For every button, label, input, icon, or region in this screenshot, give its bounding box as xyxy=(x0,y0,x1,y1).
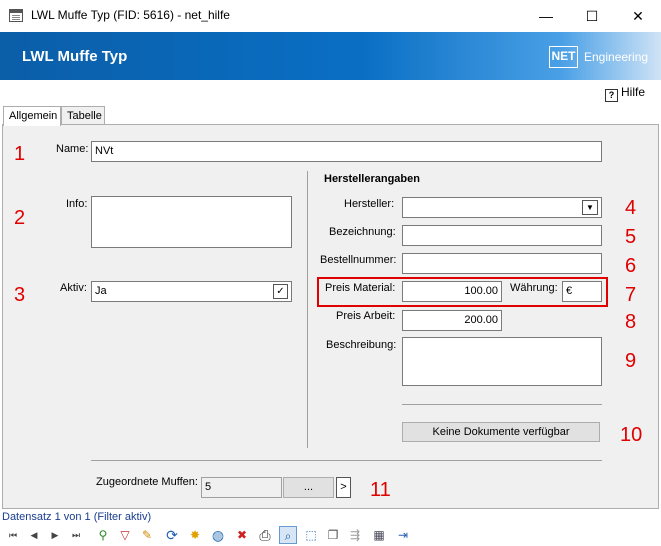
status-text: Datensatz 1 von 1 (Filter aktiv) xyxy=(2,511,152,523)
window-title: LWL Muffe Typ (FID: 5616) - net_hilfe xyxy=(31,8,230,22)
move-icon[interactable]: ⇶ xyxy=(346,526,364,544)
annotation-7: 7 xyxy=(625,284,637,306)
section-heading: Herstellerangaben xyxy=(324,173,420,185)
hersteller-select[interactable] xyxy=(402,197,602,218)
column-divider xyxy=(307,171,308,448)
annotation-9: 9 xyxy=(625,350,637,372)
help-button[interactable]: ? Hilfe xyxy=(605,85,645,102)
help-label: Hilfe xyxy=(621,85,646,99)
filter-add-icon[interactable]: ⚲ xyxy=(94,526,112,544)
refresh-icon[interactable]: ⟳ xyxy=(163,526,181,544)
annotation-11: 11 xyxy=(370,479,391,501)
bezeichnung-label: Bezeichnung: xyxy=(329,226,396,238)
beschreibung-label: Beschreibung: xyxy=(326,339,397,351)
divider xyxy=(402,404,602,405)
first-record-icon[interactable]: ⏮ xyxy=(4,526,22,544)
waehrung-field[interactable]: € xyxy=(562,281,602,302)
zoom-icon[interactable]: ⌕ xyxy=(279,526,297,544)
annotation-5: 5 xyxy=(625,226,637,248)
next-record-icon[interactable]: ▶ xyxy=(46,526,64,544)
hersteller-label: Hersteller: xyxy=(344,198,395,210)
copy-icon[interactable]: ❐ xyxy=(324,526,342,544)
preis-material-label: Preis Material: xyxy=(325,282,396,294)
annotation-1: 1 xyxy=(14,143,26,165)
select-icon[interactable]: ⬚ xyxy=(302,526,320,544)
aktiv-select[interactable]: Ja xyxy=(91,281,292,302)
annotation-8: 8 xyxy=(625,311,637,333)
annotation-3: 3 xyxy=(14,284,26,306)
ellipsis-button[interactable]: ... xyxy=(283,477,334,498)
name-field[interactable]: NVt xyxy=(91,141,602,162)
zugeordnete-field: 5 xyxy=(201,477,282,498)
preis-arbeit-field[interactable]: 200.00 xyxy=(402,310,502,331)
help-icon: ? xyxy=(605,89,618,102)
checkmark-icon[interactable]: ✓ xyxy=(273,284,288,299)
bestellnummer-label: Bestellnummer: xyxy=(320,254,397,266)
logo-text: Engineering xyxy=(584,50,649,64)
preis-arbeit-label: Preis Arbeit: xyxy=(336,310,396,322)
zugeordnete-label: Zugeordnete Muffen: xyxy=(96,476,198,488)
table-icon[interactable]: ▦ xyxy=(370,526,388,544)
last-record-icon[interactable]: ⏭ xyxy=(67,526,85,544)
tab-allgemein[interactable]: Allgemein xyxy=(3,106,61,126)
navigation-toolbar: ⏮ ◀ ▶ ⏭ ⚲ ▽ ✎ ⟳ ✸ ◍ ✖ ⎙ ⌕ ⬚ ❐ ⇶ ▦ ⇥ xyxy=(0,524,661,546)
tab-tabelle[interactable]: Tabelle xyxy=(61,106,105,125)
maximize-button[interactable]: ☐ xyxy=(569,0,615,32)
page-title: LWL Muffe Typ xyxy=(22,48,128,65)
annotation-4: 4 xyxy=(625,197,637,219)
open-button[interactable]: > xyxy=(336,477,351,498)
bezeichnung-field[interactable] xyxy=(402,225,602,246)
aktiv-label: Aktiv: xyxy=(60,282,87,294)
annotation-2: 2 xyxy=(14,207,26,229)
print-icon[interactable]: ⎙ xyxy=(256,526,274,544)
beschreibung-field[interactable] xyxy=(402,337,602,386)
app-icon xyxy=(9,9,23,22)
delete-icon[interactable]: ✖ xyxy=(233,526,251,544)
preis-material-field[interactable]: 100.00 xyxy=(402,281,502,302)
waehrung-label: Währung: xyxy=(510,282,558,294)
filter-icon[interactable]: ▽ xyxy=(116,526,134,544)
info-field[interactable] xyxy=(91,196,292,248)
exit-icon[interactable]: ⇥ xyxy=(394,526,412,544)
divider xyxy=(91,460,602,461)
documents-button[interactable]: Keine Dokumente verfügbar xyxy=(402,422,600,442)
annotation-10: 10 xyxy=(620,424,643,446)
net-logo: NET xyxy=(549,46,578,68)
info-label: Info: xyxy=(66,198,88,210)
globe-icon[interactable]: ◍ xyxy=(209,526,227,544)
name-label: Name: xyxy=(56,143,89,155)
aktiv-value: Ja xyxy=(95,285,107,297)
edit-icon[interactable]: ✎ xyxy=(138,526,156,544)
annotation-6: 6 xyxy=(625,255,637,277)
close-button[interactable]: ✕ xyxy=(615,0,661,32)
previous-record-icon[interactable]: ◀ xyxy=(25,526,43,544)
bestellnummer-field[interactable] xyxy=(402,253,602,274)
minimize-button[interactable]: — xyxy=(523,0,569,32)
sun-icon[interactable]: ✸ xyxy=(186,526,204,544)
chevron-down-icon[interactable]: ▼ xyxy=(582,200,598,215)
